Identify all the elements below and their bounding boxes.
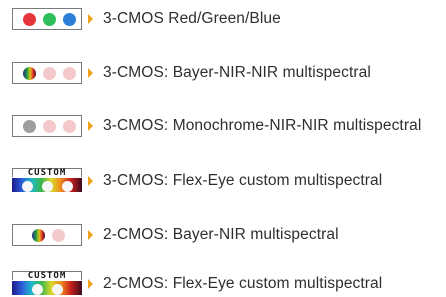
sensor-dot [62, 181, 73, 192]
sensor-row-mono-nir-nir: 3-CMOS: Monochrome-NIR-NIR multispectral [0, 115, 446, 139]
nir-sensor-dot [63, 67, 76, 80]
sensor-dot [52, 284, 63, 295]
arrow-icon [88, 68, 93, 78]
custom-two-sensors-icon: CUSTOM [12, 271, 82, 295]
sensor-row-custom-two: CUSTOM 2-CMOS: Flex-Eye custom multispec… [0, 271, 446, 295]
sensor-row-bayer-nir-nir: 3-CMOS: Bayer-NIR-NIR multispectral [0, 62, 446, 86]
green-sensor-dot [43, 13, 56, 26]
nir-sensor-dot [43, 67, 56, 80]
bayer-nir-sensors-icon [12, 224, 82, 246]
custom-badge: CUSTOM [27, 168, 67, 178]
nir-sensor-dot [63, 120, 76, 133]
sensor-label: 3-CMOS Red/Green/Blue [103, 10, 281, 27]
sensor-label: 2-CMOS: Flex-Eye custom multispectral [103, 275, 383, 292]
arrow-icon [88, 14, 93, 24]
sensor-label: 2-CMOS: Bayer-NIR multispectral [103, 226, 339, 243]
mono-nir-nir-sensors-icon [12, 115, 82, 137]
sensor-row-bayer-nir: 2-CMOS: Bayer-NIR multispectral [0, 224, 446, 248]
bayer-sensor-dot [23, 67, 36, 80]
arrow-icon [88, 121, 93, 131]
custom-badge: CUSTOM [27, 271, 67, 281]
sensor-dot [22, 181, 33, 192]
blue-sensor-dot [63, 13, 76, 26]
sensor-label: 3-CMOS: Bayer-NIR-NIR multispectral [103, 64, 371, 81]
arrow-icon [88, 279, 93, 289]
bayer-nir-nir-sensors-icon [12, 62, 82, 84]
sensor-label: 3-CMOS: Monochrome-NIR-NIR multispectral [103, 117, 422, 134]
nir-sensor-dot [52, 229, 65, 242]
arrow-icon [88, 230, 93, 240]
custom-three-sensors-icon: CUSTOM [12, 168, 82, 192]
sensor-label: 3-CMOS: Flex-Eye custom multispectral [103, 172, 383, 189]
monochrome-sensor-dot [23, 120, 36, 133]
spectrum-band [12, 281, 82, 295]
red-sensor-dot [23, 13, 36, 26]
rgb-three-sensors-icon [12, 8, 82, 30]
arrow-icon [88, 176, 93, 186]
bayer-sensor-dot [32, 229, 45, 242]
sensor-row-rgb: 3-CMOS Red/Green/Blue [0, 8, 446, 32]
nir-sensor-dot [43, 120, 56, 133]
sensor-row-custom-three: CUSTOM 3-CMOS: Flex-Eye custom multispec… [0, 168, 446, 192]
sensor-dot [32, 284, 43, 295]
sensor-dot [42, 181, 53, 192]
